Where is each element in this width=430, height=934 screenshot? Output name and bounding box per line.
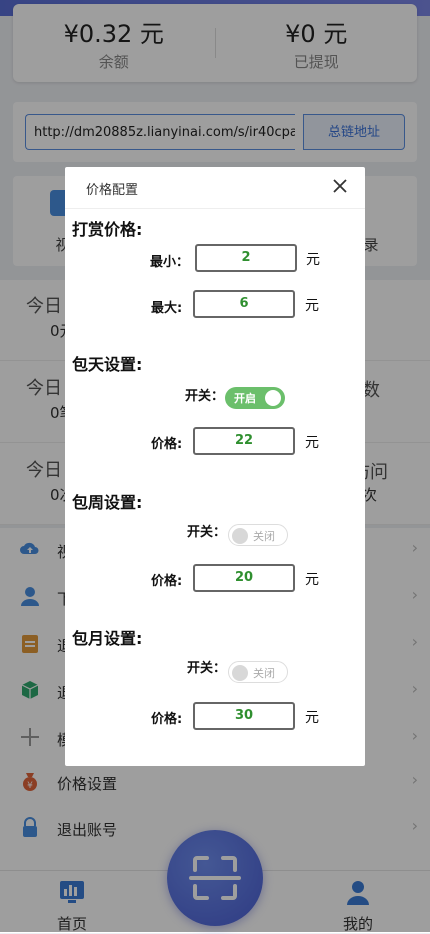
- dialog-title: 价格配置: [86, 183, 139, 198]
- close-icon[interactable]: [331, 177, 349, 195]
- switch-knob: [265, 390, 281, 406]
- monthly-price-input[interactable]: 30: [193, 702, 295, 730]
- dialog-header: 价格配置: [65, 167, 365, 209]
- monthly-switch-toggle[interactable]: 关闭: [228, 661, 288, 683]
- weekly-switch-label: 开关：: [187, 525, 227, 540]
- switch-knob: [232, 528, 248, 544]
- monthly-section-title: 包月设置:: [72, 629, 143, 648]
- weekly-switch-toggle[interactable]: 关闭: [228, 524, 288, 546]
- daily-switch-label: 开关：: [185, 389, 225, 404]
- weekly-price-label: 价格:: [151, 574, 183, 589]
- daily-price-label: 价格:: [151, 437, 183, 452]
- unit-label: 元: [305, 572, 319, 588]
- switch-text: 开启: [234, 392, 256, 405]
- unit-label: 元: [305, 298, 319, 314]
- reward-section-title: 打赏价格:: [72, 220, 143, 239]
- daily-switch-toggle[interactable]: 开启: [225, 387, 285, 409]
- unit-label: 元: [306, 252, 320, 268]
- switch-text: 关闭: [253, 667, 275, 680]
- daily-section-title: 包天设置:: [72, 355, 143, 374]
- unit-label: 元: [305, 710, 319, 726]
- switch-knob: [232, 665, 248, 681]
- min-price-input[interactable]: 2: [195, 244, 297, 272]
- weekly-section-title: 包周设置:: [72, 493, 143, 512]
- weekly-price-input[interactable]: 20: [193, 564, 295, 592]
- daily-price-input[interactable]: 22: [193, 427, 295, 455]
- unit-label: 元: [305, 435, 319, 451]
- monthly-switch-label: 开关：: [187, 661, 227, 676]
- max-price-input[interactable]: 6: [193, 290, 295, 318]
- price-config-dialog: 价格配置 打赏价格: 最小： 2 元 最大: 6 元 包天设置: 开关： 开启 …: [65, 167, 365, 766]
- min-price-label: 最小：: [150, 255, 190, 270]
- max-price-label: 最大:: [151, 301, 183, 316]
- monthly-price-label: 价格:: [151, 712, 183, 727]
- switch-text: 关闭: [253, 530, 275, 543]
